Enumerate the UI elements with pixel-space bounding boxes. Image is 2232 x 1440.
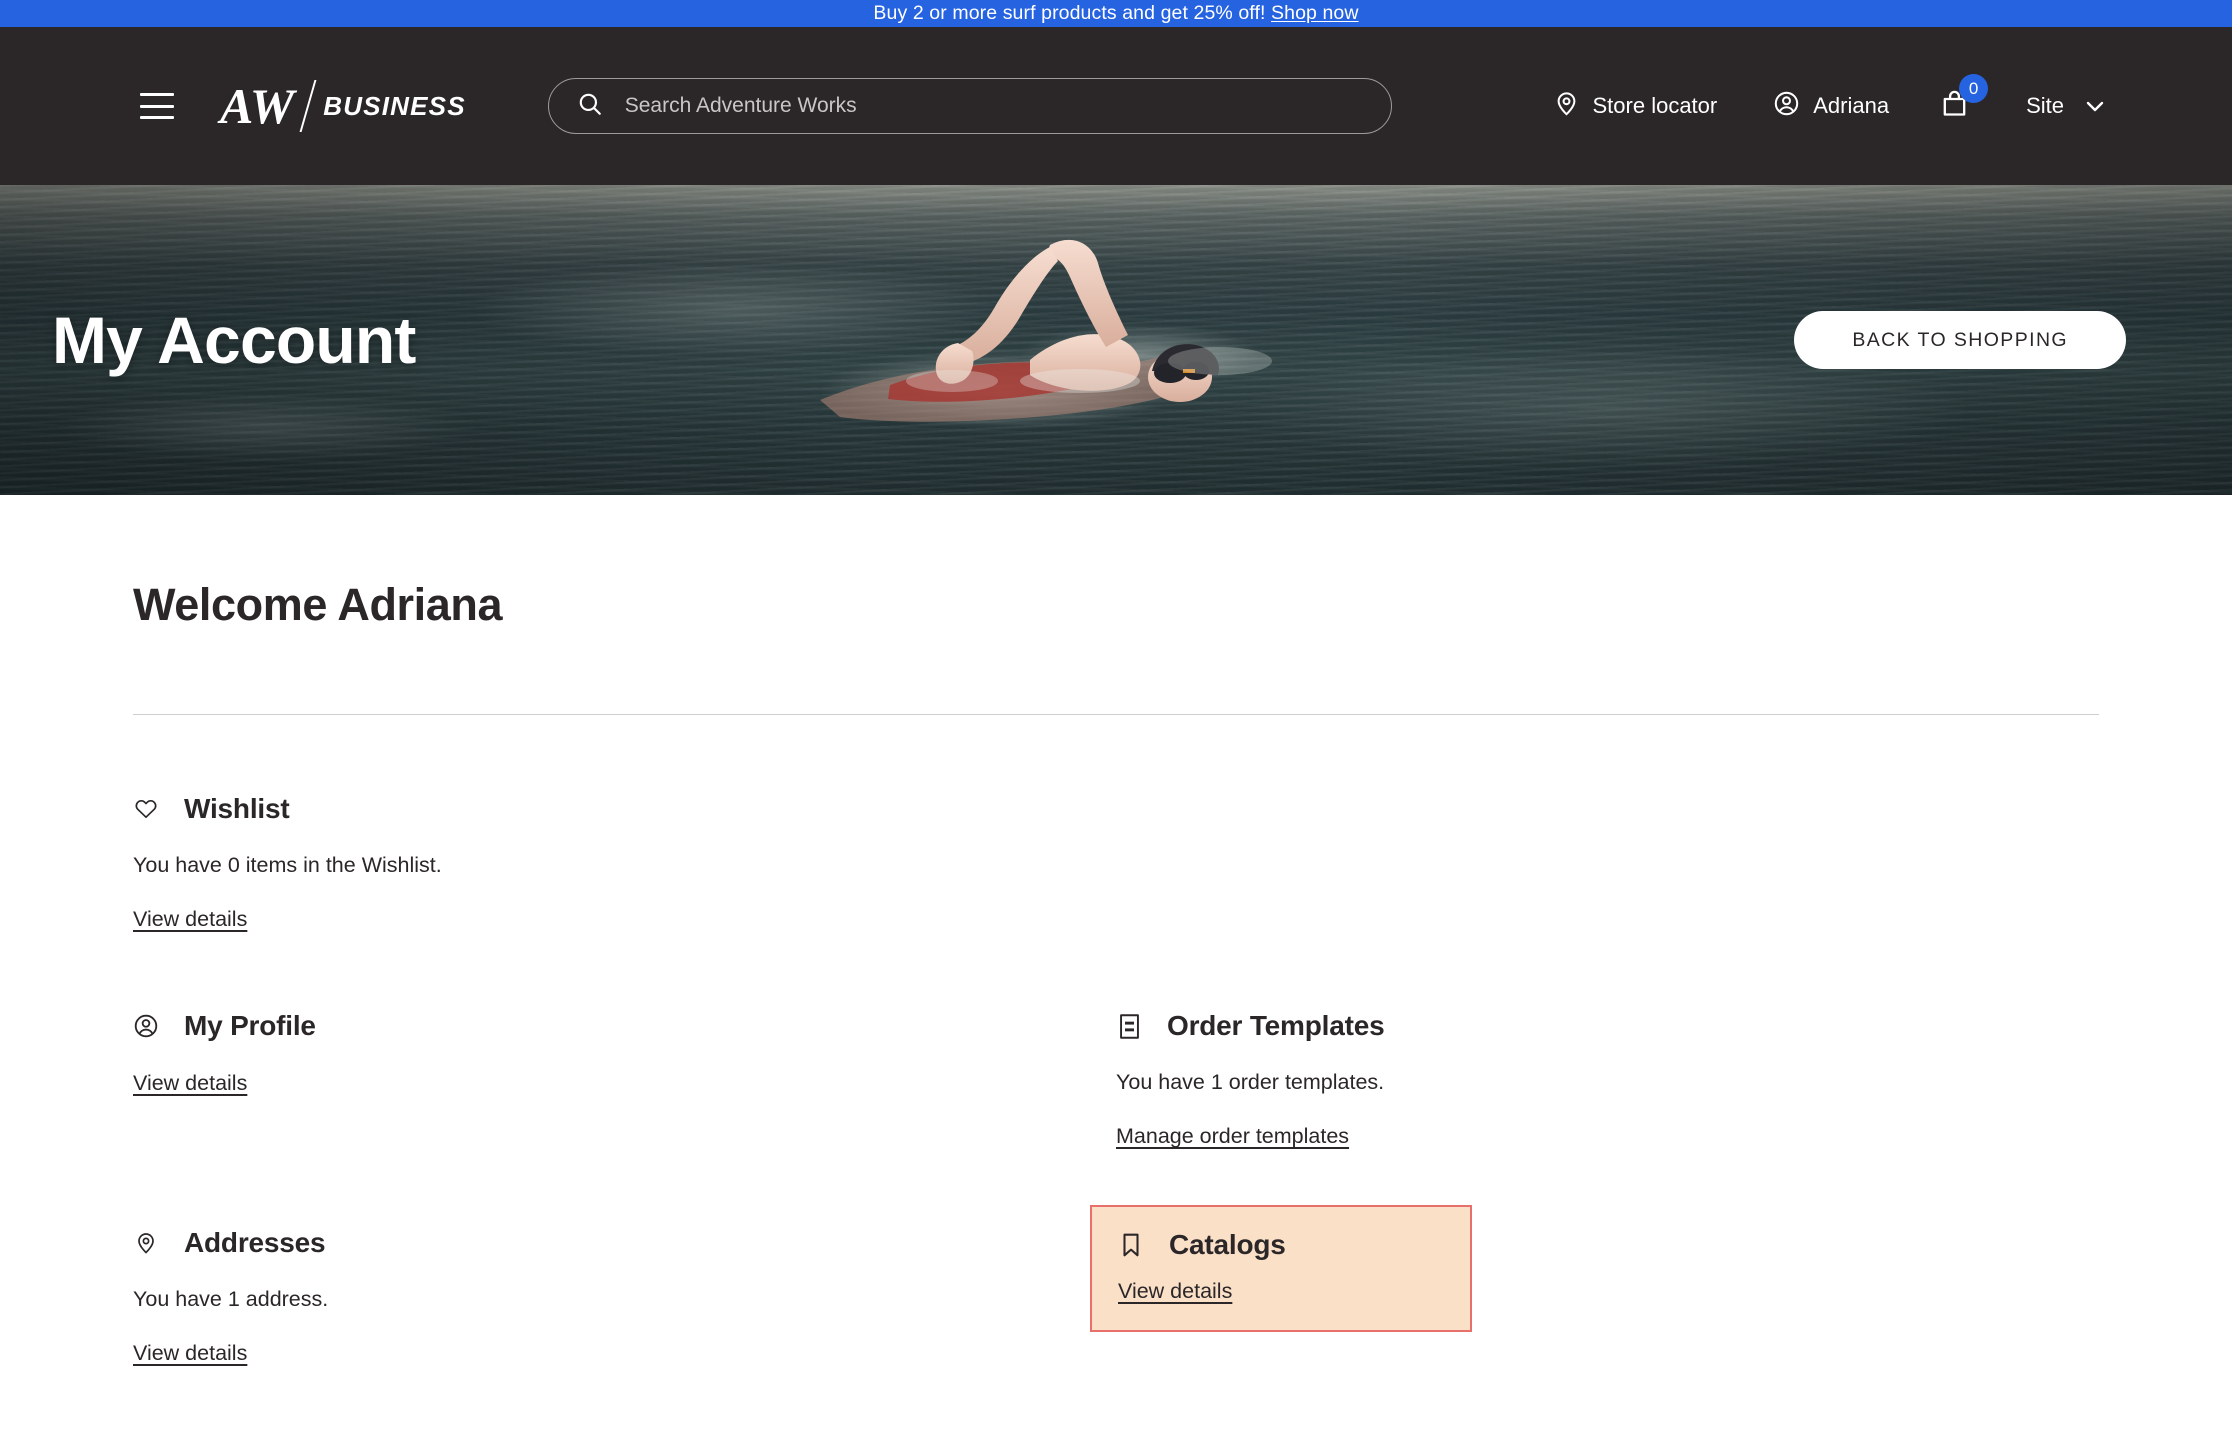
account-name-label: Adriana <box>1813 93 1890 118</box>
card-title: Wishlist <box>184 793 290 824</box>
search-input[interactable] <box>624 94 1369 118</box>
card-title: Catalogs <box>1169 1229 1286 1260</box>
catalogs-view-details-link[interactable]: View details <box>1118 1279 1232 1304</box>
hamburger-line <box>140 93 174 96</box>
bookmark-icon <box>1118 1230 1144 1260</box>
card-title: My Profile <box>184 1010 316 1041</box>
brand-slash-divider <box>299 80 317 132</box>
user-circle-icon <box>1773 90 1800 123</box>
promo-shop-now-link[interactable]: Shop now <box>1271 2 1359 25</box>
site-selector[interactable]: Site <box>2026 93 2107 119</box>
chevron-down-icon <box>2083 94 2107 118</box>
card-description: You have 0 items in the Wishlist. <box>133 853 442 877</box>
hero-banner: My Account BACK TO SHOPPING <box>0 185 2232 495</box>
brand-logo[interactable]: AW BUSINESS <box>220 80 466 132</box>
hamburger-menu-icon[interactable] <box>140 93 174 119</box>
account-card-addresses: Addresses You have 1 address. View detai… <box>133 1227 1116 1366</box>
welcome-heading: Welcome Adriana <box>133 579 503 630</box>
store-locator-label: Store locator <box>1592 93 1718 118</box>
card-title: Order Templates <box>1167 1010 1385 1041</box>
promo-text: Buy 2 or more surf products and get 25% … <box>873 2 1272 24</box>
hamburger-line <box>140 116 174 119</box>
search-icon <box>577 91 603 122</box>
location-pin-icon <box>1553 90 1580 123</box>
account-cards-row-2: My Profile View details Order Templates <box>133 932 2099 1149</box>
store-locator-link[interactable]: Store locator <box>1553 90 1718 123</box>
document-list-icon <box>1116 1011 1142 1041</box>
account-main: Welcome Adriana Wishlist You have 0 item… <box>0 495 2232 1366</box>
account-link[interactable]: Adriana <box>1773 90 1889 123</box>
card-description: You have 1 address. <box>133 1287 329 1311</box>
wishlist-view-details-link[interactable]: View details <box>133 907 247 932</box>
brand-mark: AW <box>220 78 296 134</box>
addresses-view-details-link[interactable]: View details <box>133 1341 247 1366</box>
heart-icon <box>133 794 159 824</box>
header-utility-nav: Store locator Adriana 0 Site <box>1553 74 2108 124</box>
user-circle-icon <box>133 1011 159 1041</box>
card-description: You have 1 order templates. <box>1116 1070 1385 1094</box>
brand-suffix: BUSINESS <box>323 90 466 121</box>
site-selector-label: Site <box>2026 93 2064 118</box>
empty-cell <box>1116 715 2099 932</box>
card-title: Addresses <box>184 1227 326 1258</box>
my-profile-view-details-link[interactable]: View details <box>133 1071 247 1096</box>
account-card-order-templates: Order Templates You have 1 order templat… <box>1116 1010 2099 1149</box>
account-card-my-profile: My Profile View details <box>133 1010 1116 1149</box>
location-pin-icon <box>133 1228 159 1258</box>
account-cards-row-1: Wishlist You have 0 items in the Wishlis… <box>133 715 2099 932</box>
account-cards-row-3: Addresses You have 1 address. View detai… <box>133 1149 2099 1366</box>
account-card-wishlist: Wishlist You have 0 items in the Wishlis… <box>133 793 1116 932</box>
cart-count-badge: 0 <box>1959 74 1989 103</box>
cart-button[interactable]: 0 <box>1939 74 1989 124</box>
hamburger-line <box>140 104 174 108</box>
manage-order-templates-link[interactable]: Manage order templates <box>1116 1124 1349 1149</box>
search-bar[interactable] <box>547 78 1392 134</box>
page-title: My Account <box>52 303 416 377</box>
back-to-shopping-button[interactable]: BACK TO SHOPPING <box>1794 311 2126 369</box>
promo-banner: Buy 2 or more surf products and get 25% … <box>0 0 2232 27</box>
account-card-catalogs[interactable]: Catalogs View details <box>1090 1205 2099 1366</box>
site-header: AW BUSINESS Store locator <box>0 27 2232 185</box>
swimmer-illustration <box>820 239 1272 430</box>
